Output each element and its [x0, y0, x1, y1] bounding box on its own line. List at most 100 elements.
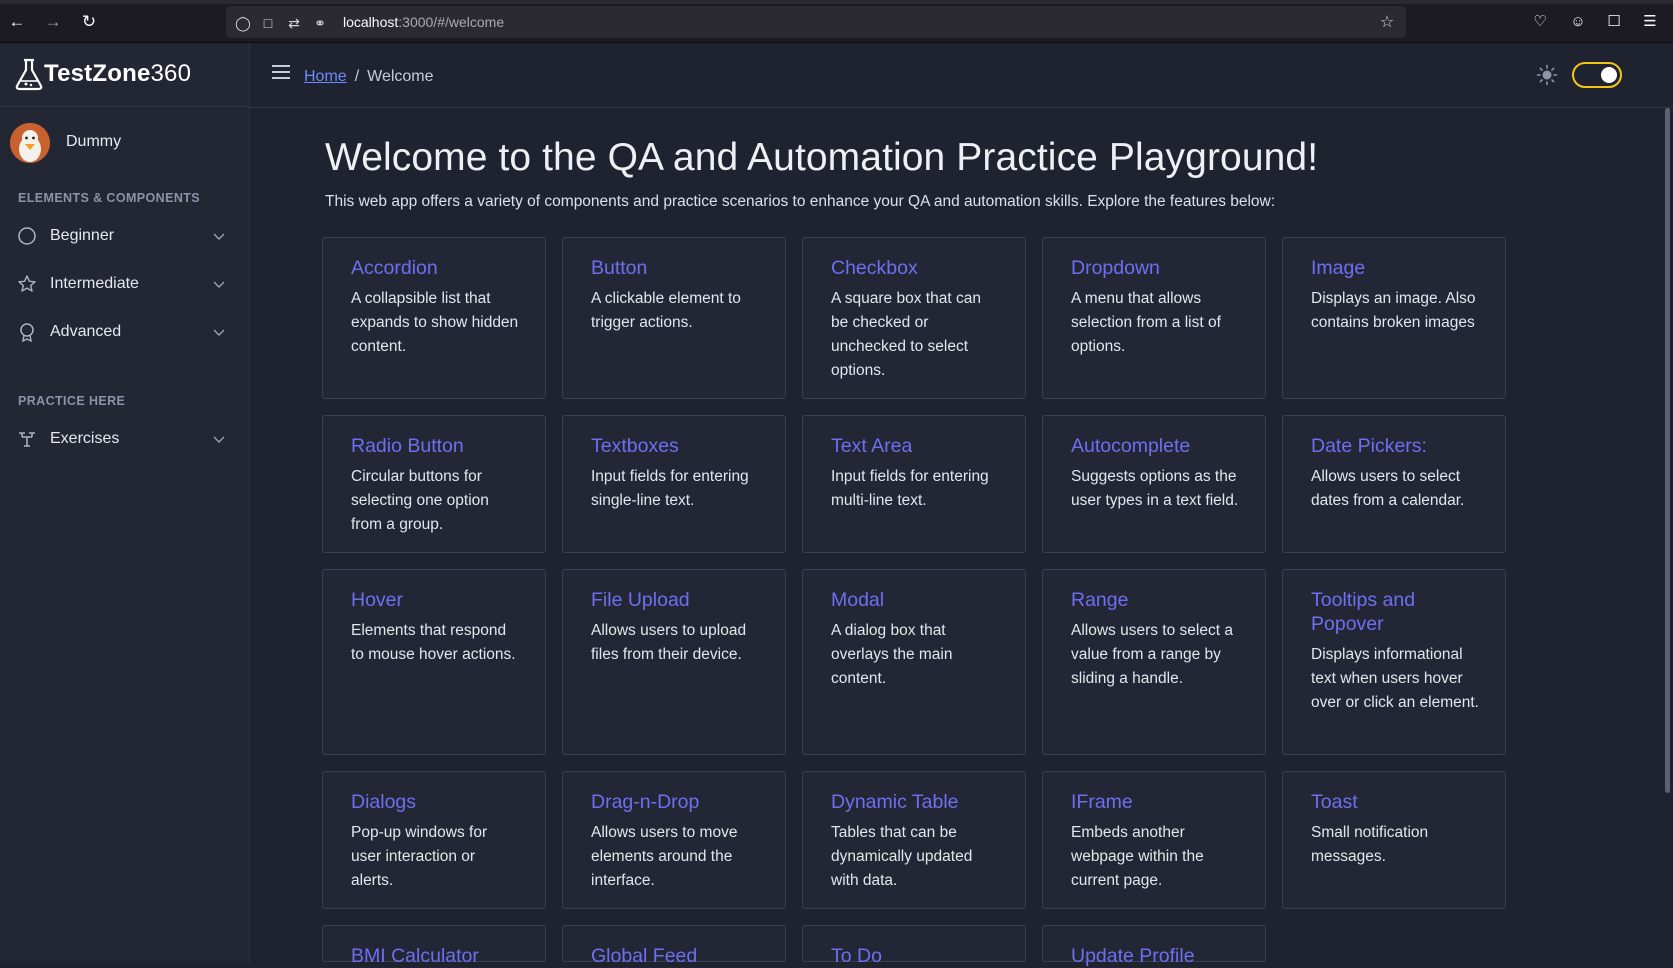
card-description: A square box that can be checked or unch… [831, 290, 981, 379]
card-tooltips-popover[interactable]: Tooltips and Popover Displays information… [1282, 569, 1506, 755]
card-description: Displays informational text when users h… [1311, 646, 1479, 711]
sidebar-item-intermediate[interactable]: Intermediate [0, 264, 249, 304]
card-dynamic-table[interactable]: Dynamic Table Tables that can be dynamica… [802, 771, 1026, 909]
card-accordion[interactable]: Accordion A collapsible list that expands… [322, 237, 546, 399]
card-description: Allows users to upload files from their … [591, 622, 747, 663]
card-iframe[interactable]: IFrame Embeds another webpage within the … [1042, 771, 1266, 909]
card-title: Range [1071, 589, 1129, 611]
page-scrollbar[interactable] [1665, 108, 1670, 793]
extensions-icon[interactable]: ☐ [1603, 11, 1625, 33]
card-textboxes[interactable]: Textboxes Input fields for entering singl… [562, 415, 786, 553]
card-title: Hover [351, 589, 404, 611]
duck-avatar-icon [10, 123, 50, 163]
card-drag-n-drop[interactable]: Drag-n-Drop Allows users to move elements… [562, 771, 786, 909]
bookmark-star-icon[interactable]: ☆ [1378, 14, 1396, 32]
card-description: Pop-up windows for user interaction or a… [351, 824, 488, 889]
brand-name: TestZone360 [44, 60, 192, 87]
card-modal[interactable]: Modal A dialog box that overlays the main… [802, 569, 1026, 755]
user-profile[interactable]: Dummy [10, 123, 240, 165]
card-dropdown[interactable]: Dropdown A menu that allows selection fro… [1042, 237, 1266, 399]
card-date-pickers[interactable]: Date Pickers: Allows users to select date… [1282, 415, 1506, 553]
card-autocomplete[interactable]: Autocomplete Suggests options as the user… [1042, 415, 1266, 553]
browser-toolbar: ← → ↻ ◯ □ ⇄ ⚭ localhost:3000/#/welcome ☆… [0, 0, 1673, 43]
card-title: BMI Calculator [351, 945, 479, 967]
page-title: Welcome to the QA and Automation Practic… [325, 136, 1319, 179]
page-subtitle: This web app offers a variety of compone… [325, 193, 1276, 210]
card-title: Modal [831, 589, 885, 611]
card-description: A collapsible list that expands to show … [351, 290, 519, 355]
card-range[interactable]: Range Allows users to select a value from… [1042, 569, 1266, 755]
section-title-components: ELEMENTS & COMPONENTS [18, 191, 201, 205]
card-title: Update Profile [1071, 945, 1195, 967]
card-description: A clickable element to trigger actions. [591, 290, 741, 331]
dumbbell-icon [19, 432, 35, 447]
card-description: Input fields for entering single-line te… [591, 468, 749, 509]
star-icon [18, 275, 36, 292]
card-description: Input fields for entering multi-line tex… [831, 468, 989, 509]
card-button[interactable]: Button A clickable element to trigger act… [562, 237, 786, 399]
card-dialogs[interactable]: Dialogs Pop-up windows for user interacti… [322, 771, 546, 909]
card-title: Accordion [351, 257, 438, 279]
shield-icon[interactable]: ◯ [234, 14, 252, 32]
breadcrumb-current: Welcome [367, 68, 434, 85]
forward-icon[interactable]: → [42, 11, 64, 33]
top-bar: Home / Welcome [250, 43, 1673, 108]
card-description: Allows users to select dates from a cale… [1311, 468, 1465, 509]
hamburger-menu-icon[interactable] [272, 65, 290, 81]
card-bmi-calculator[interactable]: BMI Calculator [322, 925, 546, 967]
card-title: IFrame [1071, 791, 1133, 813]
card-description: Elements that respond to mouse hover act… [351, 622, 516, 663]
card-description: Allows users to move elements around the… [591, 824, 738, 889]
section-title-practice: PRACTICE HERE [18, 394, 126, 408]
card-file-upload[interactable]: File Upload Allows users to upload files … [562, 569, 786, 755]
menu-icon[interactable]: ☰ [1639, 11, 1661, 33]
breadcrumb-home-link[interactable]: Home [304, 68, 347, 85]
card-title: Dropdown [1071, 257, 1160, 279]
card-description: Circular buttons for selecting one optio… [351, 468, 489, 533]
flask-logo-icon [15, 58, 43, 91]
card-hover[interactable]: Hover Elements that respond to mouse hove… [322, 569, 546, 755]
card-toast[interactable]: Toast Small notification messages. [1282, 771, 1506, 909]
card-description: Displays an image. Also contains broken … [1311, 290, 1476, 331]
card-image[interactable]: Image Displays an image. Also contains br… [1282, 237, 1506, 399]
card-title: Checkbox [831, 257, 918, 279]
url-text[interactable]: localhost:3000/#/welcome [343, 14, 504, 30]
sidebar-item-beginner[interactable]: Beginner [0, 216, 249, 256]
card-title: Dialogs [351, 791, 417, 813]
card-title: Image [1311, 257, 1366, 279]
card-title: Drag-n-Drop [591, 791, 700, 813]
card-title: Autocomplete [1071, 435, 1191, 457]
card-global-feed[interactable]: Global Feed [562, 925, 786, 967]
card-radio-button[interactable]: Radio Button Circular buttons for selecti… [322, 415, 546, 553]
sidebar-item-exercises[interactable]: Exercises [0, 419, 249, 459]
key-icon[interactable]: ⚭ [311, 14, 329, 32]
card-checkbox[interactable]: Checkbox A square box that can be checked… [802, 237, 1026, 399]
chevron-down-icon [213, 281, 225, 288]
award-icon [20, 323, 34, 342]
pocket-icon[interactable]: ♡ [1529, 11, 1551, 33]
card-title: Date Pickers: [1311, 435, 1427, 457]
card-to-do[interactable]: To Do [802, 925, 1026, 967]
card-description: Suggests options as the user types in a … [1071, 468, 1239, 509]
chevron-down-icon [213, 233, 225, 240]
back-icon[interactable]: ← [6, 11, 28, 33]
sidebar-item-advanced[interactable]: Advanced [0, 312, 249, 352]
card-title: Radio Button [351, 435, 464, 457]
brand[interactable]: TestZone360 [0, 43, 250, 107]
theme-toggle[interactable] [1572, 62, 1622, 88]
card-title: Textboxes [591, 435, 679, 457]
card-description: A dialog box that overlays the main cont… [831, 622, 953, 687]
chevron-down-icon [213, 329, 225, 336]
card-title: Button [591, 257, 648, 279]
breadcrumb: Home / Welcome [304, 68, 434, 86]
card-title: Dynamic Table [831, 791, 959, 813]
card-text-area[interactable]: Text Area Input fields for entering multi… [802, 415, 1026, 553]
address-bar[interactable]: ◯ □ ⇄ ⚭ localhost:3000/#/welcome ☆ [226, 6, 1406, 38]
avatar [10, 123, 50, 163]
account-icon[interactable]: ☺ [1567, 11, 1589, 33]
card-description: Embeds another webpage within the curren… [1071, 824, 1204, 889]
reload-icon[interactable]: ↻ [78, 11, 100, 33]
page-icon[interactable]: □ [259, 14, 277, 32]
permissions-icon[interactable]: ⇄ [285, 14, 303, 32]
card-update-profile[interactable]: Update Profile [1042, 925, 1266, 967]
